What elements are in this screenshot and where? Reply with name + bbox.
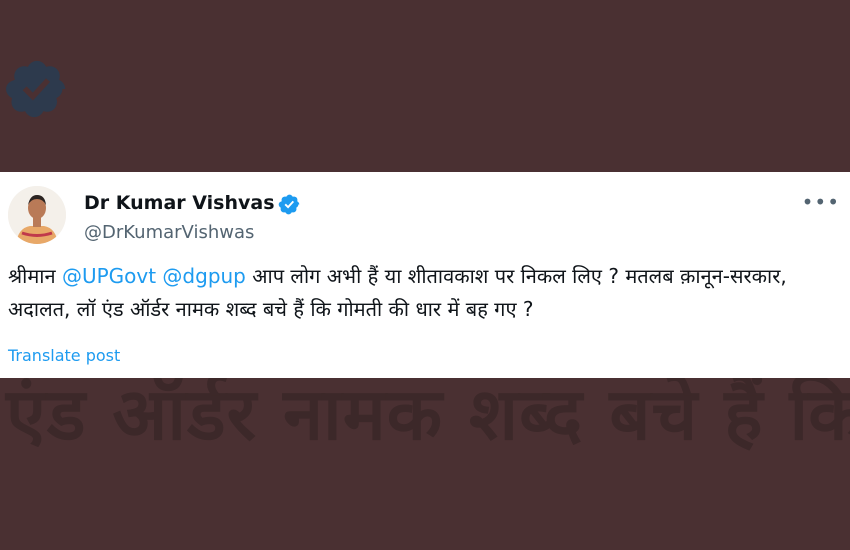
background-verified-icon [6,60,66,118]
verified-badge-icon [278,194,300,215]
avatar[interactable] [8,186,66,244]
tweet-card: Dr Kumar Vishvas @DrKumarVishwas ••• श्र… [0,172,850,378]
more-options-icon[interactable]: ••• [802,190,840,214]
mention-upgovt[interactable]: @UPGovt [62,264,156,288]
author-handle[interactable]: @DrKumarVishwas [84,222,254,243]
profile-photo-icon [8,186,66,244]
tweet-text: श्रीमान @UPGovt @dgpup आप लोग अभी हैं या… [8,260,846,326]
background-enlarged-text: एंड ऑर्डर नामक शब्द बचे हैं कि [6,372,850,456]
translate-post-link[interactable]: Translate post [8,346,120,365]
mention-dgpup[interactable]: @dgpup [162,264,245,288]
author-name[interactable]: Dr Kumar Vishvas [84,192,275,214]
tweet-text-prefix: श्रीमान [8,264,62,288]
